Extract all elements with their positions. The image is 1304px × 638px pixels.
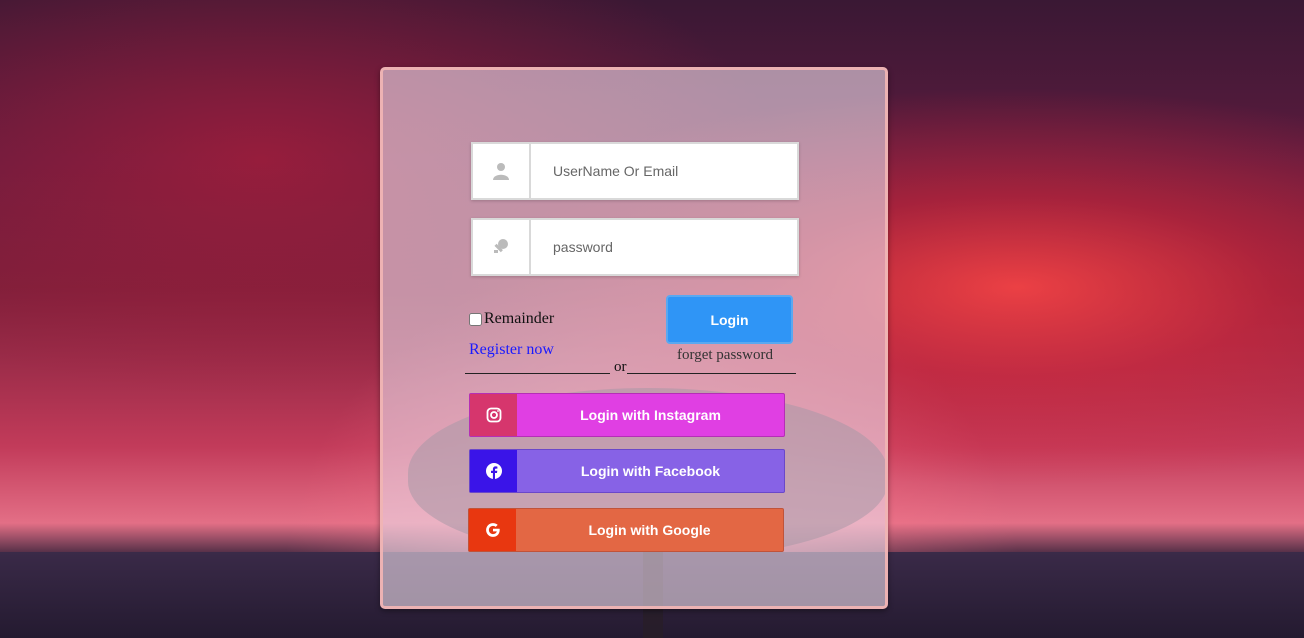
facebook-icon [470, 450, 517, 492]
username-field [471, 142, 799, 200]
user-icon [473, 144, 531, 198]
instagram-icon [470, 394, 517, 436]
remember-label: Remainder [484, 310, 555, 327]
login-instagram-button[interactable]: Login with Instagram [469, 393, 785, 437]
key-icon [473, 220, 531, 274]
google-icon [469, 509, 516, 551]
register-link[interactable]: Register now [469, 341, 554, 359]
google-label: Login with Google [588, 522, 711, 538]
remember-toggle[interactable]: Remainder [469, 310, 554, 328]
separator-line-left [465, 373, 610, 374]
or-separator: or [465, 358, 796, 376]
or-text: or [614, 359, 627, 375]
password-input[interactable] [541, 220, 791, 274]
instagram-label: Login with Instagram [580, 407, 721, 423]
username-input[interactable] [541, 144, 791, 198]
login-facebook-button[interactable]: Login with Facebook [469, 449, 785, 493]
separator-line-right [627, 373, 796, 374]
remember-checkbox[interactable] [469, 312, 482, 326]
facebook-label: Login with Facebook [580, 463, 721, 479]
login-button[interactable]: Login [666, 295, 793, 344]
login-google-button[interactable]: Login with Google [468, 508, 784, 552]
password-field [471, 218, 799, 276]
